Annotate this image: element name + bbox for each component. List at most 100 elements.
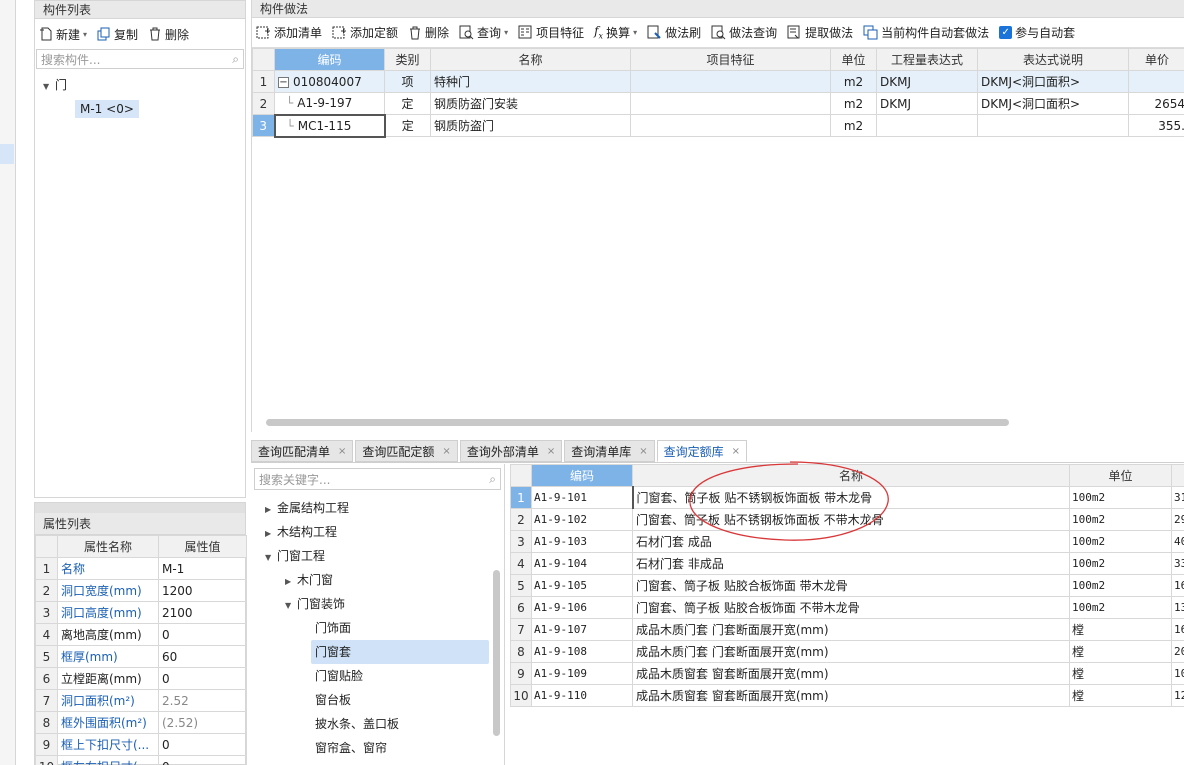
property-value[interactable]: 0 [158, 755, 247, 765]
method-header-expr-desc[interactable]: 表达式说明 [977, 48, 1129, 71]
method-delete-button[interactable]: 删除 [408, 24, 449, 41]
table-row[interactable]: 2 洞口宽度(mm) 1200 [35, 579, 247, 602]
tree-node-metal[interactable]: ▶ 金属结构工程 [251, 496, 504, 520]
method-unit[interactable]: m2 [830, 70, 877, 93]
project-feature-button[interactable]: 项目特征 [518, 24, 584, 41]
tree-node-curtain-box[interactable]: 窗帘盒、窗帘 [251, 736, 504, 760]
table-row[interactable]: 5 A1-9-105 门窗套、筒子板 贴胶合板饰面 带木龙骨 100m2 16 [510, 574, 1184, 597]
tree-node-drip-strip[interactable]: 披水条、盖口板 [251, 712, 504, 736]
close-icon[interactable]: × [639, 446, 647, 457]
close-icon[interactable]: × [547, 446, 555, 457]
method-unit[interactable]: m2 [830, 92, 877, 115]
query-button[interactable]: 查询 ▾ [459, 24, 508, 41]
method-feature[interactable] [630, 92, 831, 115]
table-row[interactable]: 8 A1-9-108 成品木质门套 门套断面展开宽(mm) 樘 20 [510, 640, 1184, 663]
method-header-price[interactable]: 单价 [1128, 48, 1184, 71]
auto-method-button[interactable]: 当前构件自动套做法 [863, 24, 989, 41]
table-row[interactable]: 10 A1-9-110 成品木质窗套 窗套断面展开宽(mm) 樘 12 [510, 684, 1184, 707]
quota-header-unit[interactable]: 单位 [1069, 464, 1172, 487]
method-name[interactable]: 钢质防盗门安装 [430, 92, 631, 115]
table-row[interactable]: 3 └ MC1-115 定 钢质防盗门 m2 355. [252, 113, 1184, 138]
tree-node-door-decoration[interactable]: ▼ 门窗装饰 [251, 592, 504, 616]
tree-node-wood[interactable]: ▶ 木结构工程 [251, 520, 504, 544]
tab-list-library[interactable]: 查询清单库 × [564, 440, 655, 462]
method-unit[interactable]: m2 [830, 114, 877, 137]
tree-node-door-trim[interactable]: 门窗贴脸 [251, 664, 504, 688]
quota-search-input[interactable]: 搜索关键字... ⌕ [254, 468, 501, 490]
method-horizontal-scrollbar[interactable] [266, 419, 1009, 426]
property-value[interactable]: 60 [158, 645, 247, 668]
method-price[interactable] [1128, 70, 1184, 93]
method-feature[interactable] [630, 70, 831, 93]
tab-external-list[interactable]: 查询外部清单 × [459, 440, 563, 462]
method-expr[interactable]: DKMJ [876, 70, 978, 93]
table-row[interactable]: 2 └ A1-9-197 定 钢质防盗门安装 m2 DKMJ DKMJ<洞口面积>… [252, 92, 1184, 115]
table-row[interactable]: 3 洞口高度(mm) 2100 [35, 601, 247, 624]
convert-button[interactable]: fx 换算 ▾ [594, 24, 637, 41]
method-name[interactable]: 钢质防盗门 [430, 114, 631, 137]
quota-header-extra[interactable] [1171, 464, 1184, 487]
table-row[interactable]: 6 立樘距离(mm) 0 [35, 667, 247, 690]
method-expr[interactable]: DKMJ [876, 92, 978, 115]
method-query-button[interactable]: 做法查询 [711, 24, 777, 41]
property-value[interactable]: 0 [158, 733, 247, 756]
table-row[interactable]: 8 框外围面积(m²) (2.52) [35, 711, 247, 734]
table-row[interactable]: 1 −010804007 项 特种门 m2 DKMJ DKMJ<洞口面积> [252, 70, 1184, 93]
method-brush-button[interactable]: 做法刷 [647, 24, 701, 41]
method-price[interactable]: 2654 [1128, 92, 1184, 115]
copy-button[interactable]: 复制 [97, 26, 138, 43]
method-header-unit[interactable]: 单位 [830, 48, 877, 71]
method-name[interactable]: 特种门 [430, 70, 631, 93]
method-price[interactable]: 355. [1128, 114, 1184, 137]
collapse-icon[interactable]: − [278, 76, 289, 88]
add-list-button[interactable]: 添加清单 [256, 24, 322, 41]
table-row[interactable]: 7 A1-9-107 成品木质门套 门套断面展开宽(mm) 樘 16 [510, 618, 1184, 641]
extract-method-button[interactable]: 提取做法 [787, 24, 853, 41]
property-value[interactable]: M-1 [158, 557, 247, 580]
add-quota-button[interactable]: 添加定额 [332, 24, 398, 41]
left-edge-highlight[interactable] [0, 144, 14, 164]
table-row[interactable]: 4 离地高度(mm) 0 [35, 623, 247, 646]
tree-node-door-facing[interactable]: 门饰面 [251, 616, 504, 640]
delete-button[interactable]: 删除 [148, 26, 189, 43]
tree-vertical-scrollbar[interactable] [493, 570, 500, 736]
quota-header-code[interactable]: 编码 [531, 464, 633, 487]
tree-node-doors-windows[interactable]: ▼ 门窗工程 [251, 544, 504, 568]
tree-node-wood-doors[interactable]: ▶ 木门窗 [251, 568, 504, 592]
close-icon[interactable]: × [442, 446, 450, 457]
new-button[interactable]: 新建 ▾ [39, 26, 87, 43]
method-header-code[interactable]: 编码 [274, 48, 385, 71]
method-expr[interactable] [876, 114, 978, 137]
table-row[interactable]: 5 框厚(mm) 60 [35, 645, 247, 668]
table-row[interactable]: 9 A1-9-109 成品木质窗套 窗套断面展开宽(mm) 樘 10 [510, 662, 1184, 685]
component-list-toolbar: 新建 ▾ 复制 删除 [35, 19, 245, 49]
tree-node-door[interactable]: ▼ 门 [43, 73, 237, 97]
tab-match-quota[interactable]: 查询匹配定额 × [355, 440, 458, 462]
property-name: 洞口宽度(mm) [57, 579, 159, 602]
method-feature[interactable] [630, 114, 831, 137]
close-icon[interactable]: × [338, 446, 346, 457]
close-icon[interactable]: × [732, 446, 740, 457]
tree-node-window-sill[interactable]: 窗台板 [251, 688, 504, 712]
property-value[interactable]: 0 [158, 667, 247, 690]
method-header-name[interactable]: 名称 [430, 48, 631, 71]
method-header-feature[interactable]: 项目特征 [630, 48, 831, 71]
method-header-type[interactable]: 类别 [384, 48, 431, 71]
tree-node-m1[interactable]: M-1 <0> [43, 97, 237, 121]
tab-match-list[interactable]: 查询匹配清单 × [251, 440, 354, 462]
table-row[interactable]: 7 洞口面积(m²) 2.52 [35, 689, 247, 712]
table-row[interactable]: 6 A1-9-106 门窗套、筒子板 贴胶合板饰面 不带木龙骨 100m2 13 [510, 596, 1184, 619]
property-value[interactable]: 1200 [158, 579, 247, 602]
auto-join-checkbox[interactable]: ✓ 参与自动套 [999, 24, 1075, 41]
quota-code: A1-9-104 [531, 552, 633, 575]
splitter[interactable] [35, 503, 245, 513]
table-row[interactable]: 4 A1-9-104 石材门套 非成品 100m2 33 [510, 552, 1184, 575]
method-header-expr[interactable]: 工程量表达式 [876, 48, 978, 71]
table-row[interactable]: 9 框上下扣尺寸(... 0 [35, 733, 247, 756]
tree-node-door-casing[interactable]: 门窗套 [251, 640, 504, 664]
table-row[interactable]: 1 名称 M-1 [35, 557, 247, 580]
property-value[interactable]: 2100 [158, 601, 247, 624]
property-value[interactable]: 0 [158, 623, 247, 646]
component-search-input[interactable]: 搜索构件... ⌕ [36, 49, 244, 69]
table-row[interactable]: 10 框左右扣尺寸(... 0 [35, 755, 247, 765]
